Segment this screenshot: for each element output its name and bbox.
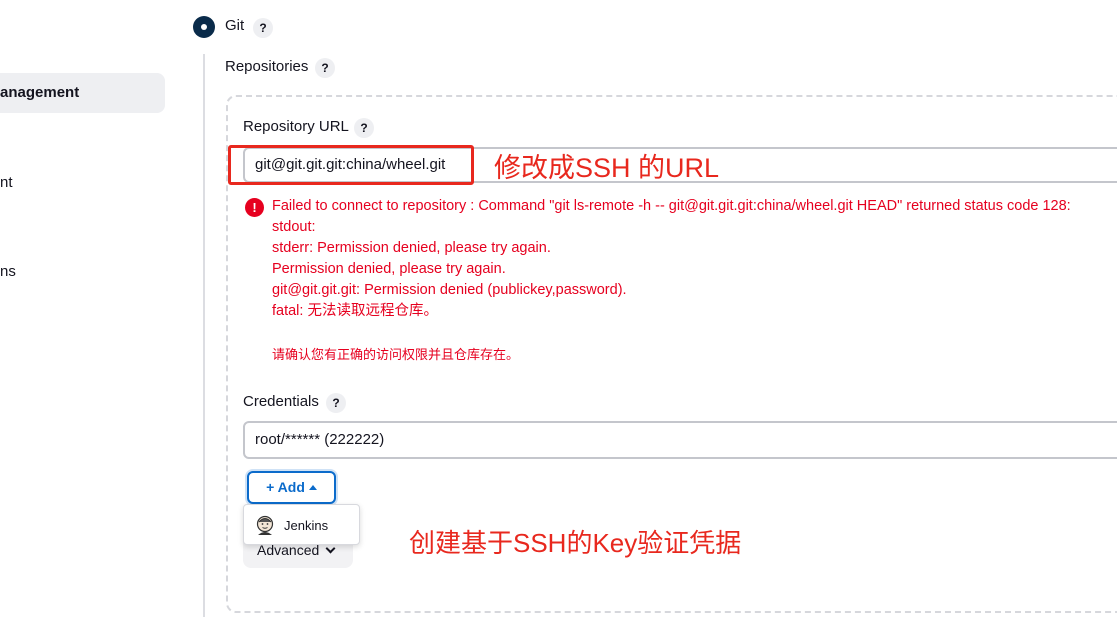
- annotation-credentials-note: 创建基于SSH的Key验证凭据: [409, 528, 742, 558]
- error-line: git@git.git.git: Permission denied (publ…: [272, 282, 627, 298]
- repository-url-label: Repository URL: [243, 118, 349, 135]
- dropdown-item-jenkins[interactable]: Jenkins: [254, 514, 328, 536]
- annotation-highlight-box: [228, 145, 474, 185]
- credentials-select[interactable]: root/****** (222222): [243, 421, 1117, 459]
- error-line: Failed to connect to repository : Comman…: [272, 198, 1071, 214]
- add-credentials-button[interactable]: + Add: [247, 471, 336, 504]
- sidebar-item-management[interactable]: anagement: [0, 73, 165, 113]
- credentials-label: Credentials: [243, 393, 319, 410]
- annotation-url-note: 修改成SSH 的URL: [494, 153, 720, 183]
- credentials-help-icon[interactable]: ?: [326, 393, 346, 413]
- error-icon: !: [245, 198, 264, 217]
- add-button-label: + Add: [266, 479, 305, 495]
- git-radio-button[interactable]: [193, 16, 215, 38]
- repository-url-help-icon[interactable]: ?: [354, 118, 374, 138]
- jenkins-icon: [256, 515, 274, 535]
- chevron-down-icon: [325, 543, 336, 554]
- git-help-icon[interactable]: ?: [253, 18, 273, 38]
- error-message: Failed to connect to repository : Comman…: [272, 196, 1071, 322]
- section-divider: [203, 54, 205, 617]
- error-line: stderr: Permission denied, please try ag…: [272, 240, 551, 256]
- sidebar-item-3[interactable]: ns: [0, 263, 16, 280]
- caret-up-icon: [308, 485, 317, 490]
- error-line: fatal: 无法读取远程仓库。: [272, 303, 438, 319]
- git-label: Git: [225, 17, 245, 34]
- dropdown-item-label: Jenkins: [284, 517, 329, 533]
- sidebar-item-label: anagement: [0, 84, 80, 101]
- error-line: stdout:: [272, 219, 316, 235]
- error-line: Permission denied, please try again.: [272, 261, 506, 277]
- sidebar-item-2[interactable]: nt: [0, 174, 13, 191]
- repositories-label: Repositories: [225, 58, 309, 75]
- repositories-help-icon[interactable]: ?: [315, 58, 335, 78]
- error-hint: 请确认您有正确的访问权限并且仓库存在。: [272, 347, 520, 362]
- add-dropdown-menu: Jenkins: [243, 504, 360, 545]
